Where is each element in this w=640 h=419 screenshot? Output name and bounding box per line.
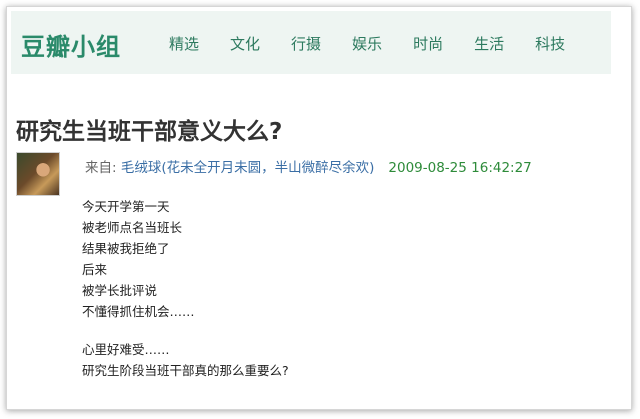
content-line: 今天开学第一天: [82, 199, 170, 214]
author-link[interactable]: 毛绒球(花未全开月未圆，半山微醉尽余欢): [121, 160, 375, 176]
post-title: 研究生当班干部意义大么?: [16, 119, 283, 145]
nav-item-fashion[interactable]: 时尚: [413, 33, 443, 54]
nav-item-travel[interactable]: 行摄: [291, 33, 321, 54]
content-line: 心里好难受……: [82, 342, 170, 357]
post-meta: 来自: 毛绒球(花未全开月未圆，半山微醉尽余欢) 2009-08-25 16:42…: [85, 156, 532, 176]
content-line: 结果被我拒绝了: [82, 241, 170, 256]
post-content: 今天开学第一天 被老师点名当班长 结果被我拒绝了 后来 被学长批评说 不懂得抓住…: [82, 196, 289, 381]
content-line: 不懂得抓住机会……: [82, 304, 195, 319]
content-line: 被老师点名当班长: [82, 220, 183, 235]
nav-item-entertainment[interactable]: 娱乐: [352, 33, 382, 54]
nav-item-life[interactable]: 生活: [474, 33, 504, 54]
nav-item-culture[interactable]: 文化: [230, 33, 260, 54]
meta-prefix: 来自:: [85, 160, 121, 176]
content-line: 研究生阶段当班干部真的那么重要么?: [82, 363, 289, 378]
main-nav: 精选 文化 行摄 娱乐 时尚 生活 科技: [169, 33, 596, 54]
nav-item-tech[interactable]: 科技: [535, 33, 565, 54]
content-line: 后来: [82, 262, 108, 277]
content-line: 被学长批评说: [82, 283, 158, 298]
site-header: 豆瓣小组 精选 文化 行摄 娱乐 时尚 生活 科技: [11, 11, 611, 74]
author-avatar[interactable]: [16, 152, 60, 196]
site-logo[interactable]: 豆瓣小组: [21, 27, 121, 62]
nav-item-featured[interactable]: 精选: [169, 33, 199, 54]
post-date: 2009-08-25 16:42:27: [388, 160, 532, 176]
